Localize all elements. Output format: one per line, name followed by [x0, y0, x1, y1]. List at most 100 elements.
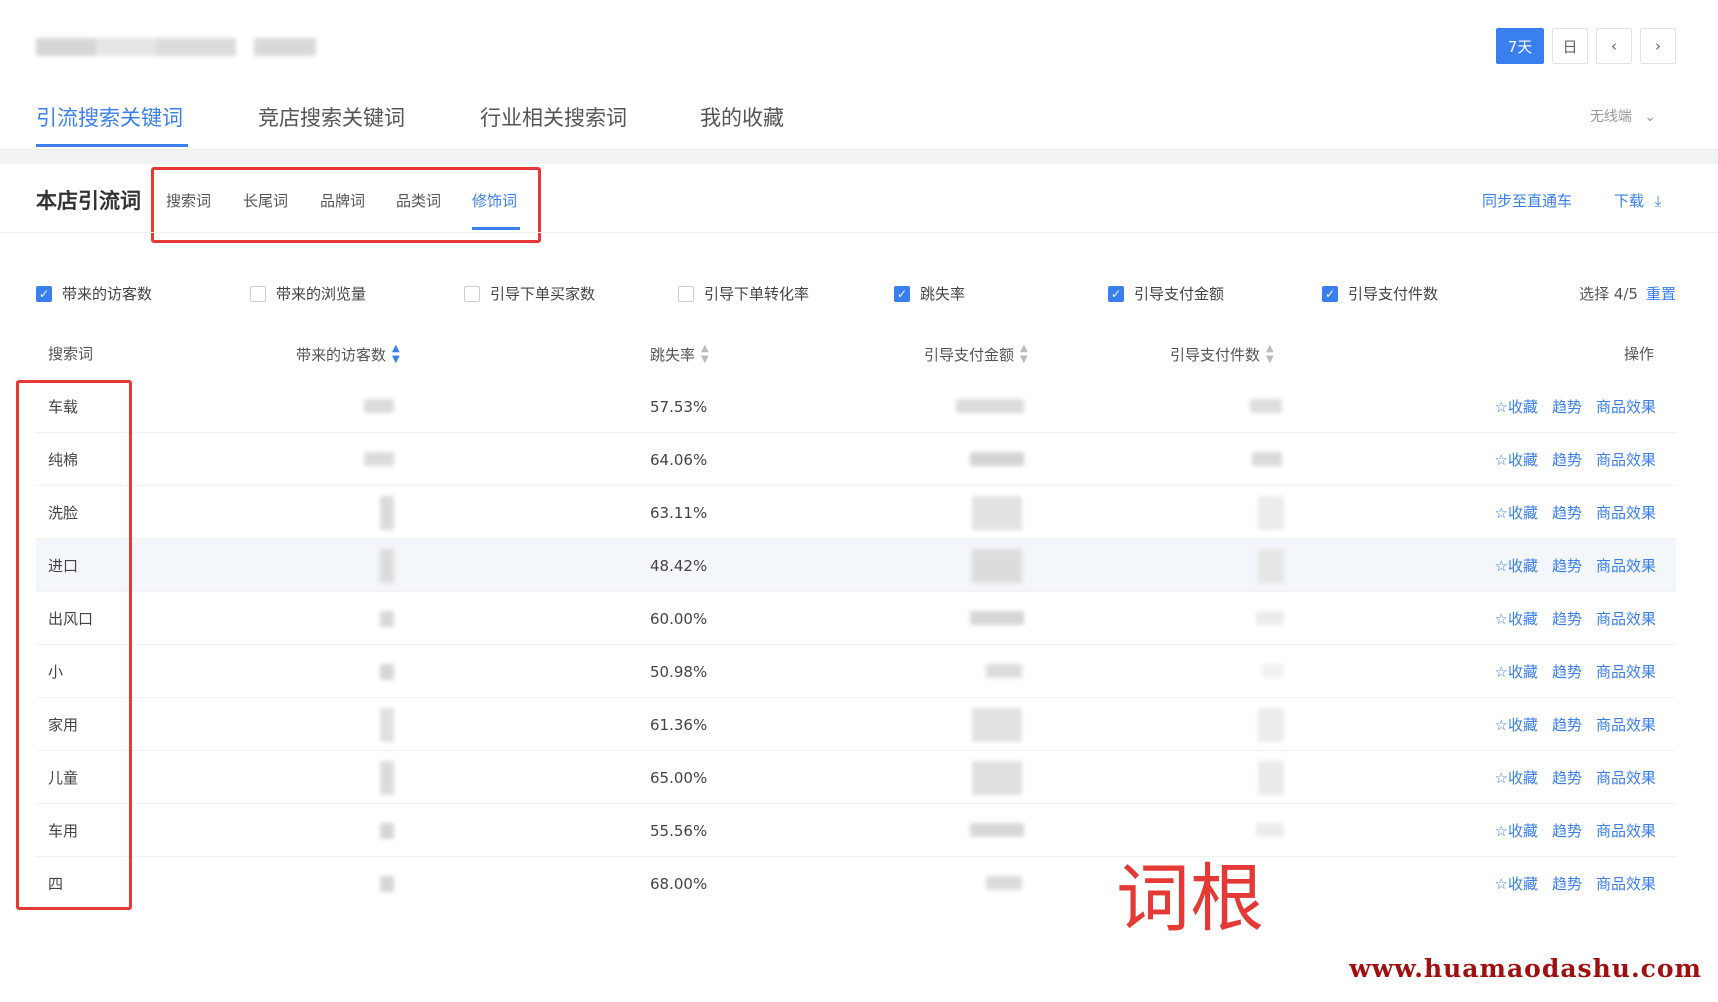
- favorite-button[interactable]: ☆收藏: [1495, 820, 1538, 841]
- blurred-payment-amount: [972, 496, 1022, 530]
- product-effect-button[interactable]: 商品效果: [1596, 873, 1656, 894]
- blurred-visitors-value: [364, 399, 394, 413]
- table-row: 小 50.98% ☆收藏 趋势 商品效果: [36, 645, 1676, 698]
- favorite-button[interactable]: ☆收藏: [1495, 873, 1538, 894]
- sort-icon: ▲ ▼: [701, 343, 709, 365]
- blurred-payment-amount: [972, 549, 1022, 583]
- favorite-button[interactable]: ☆收藏: [1495, 714, 1538, 735]
- metric-visitors-checkbox[interactable]: ✓ 带来的访客数: [36, 283, 152, 304]
- column-label: 跳失率: [650, 345, 696, 364]
- favorite-button[interactable]: ☆收藏: [1495, 555, 1538, 576]
- favorite-button[interactable]: ☆收藏: [1495, 396, 1538, 417]
- trend-button[interactable]: 趋势: [1552, 449, 1582, 470]
- favorite-button[interactable]: ☆收藏: [1495, 767, 1538, 788]
- favorite-button[interactable]: ☆收藏: [1495, 502, 1538, 523]
- trend-button[interactable]: 趋势: [1552, 555, 1582, 576]
- tab-industry-search-terms[interactable]: 行业相关搜索词: [480, 102, 627, 132]
- tab-traffic-search-keywords[interactable]: 引流搜索关键词: [36, 102, 183, 132]
- prev-period-button[interactable]: ‹: [1596, 28, 1632, 64]
- metric-payment-amount-checkbox[interactable]: ✓ 引导支付金额: [1108, 283, 1224, 304]
- tab-competitor-search-keywords[interactable]: 竞店搜索关键词: [258, 102, 405, 132]
- bounce-rate-cell: 61.36%: [650, 715, 708, 734]
- metric-bounce-rate-checkbox[interactable]: ✓ 跳失率: [894, 283, 965, 304]
- bounce-rate-cell: 57.53%: [650, 397, 708, 416]
- table-row-highlighted: 进口 48.42% ☆收藏 趋势 商品效果: [36, 539, 1676, 592]
- blurred-payment-items: [1256, 823, 1284, 837]
- column-label: 操作: [1624, 345, 1655, 363]
- trend-button[interactable]: 趋势: [1552, 661, 1582, 682]
- blurred-payment-items: [1258, 549, 1284, 583]
- tab-my-favorites[interactable]: 我的收藏: [700, 102, 784, 132]
- checkbox-checked-icon: ✓: [1322, 285, 1338, 302]
- blurred-visitors-value: [380, 664, 394, 680]
- column-label: 带来的访客数: [296, 345, 387, 364]
- checkbox-unchecked-icon: [250, 285, 266, 302]
- column-header-actions: 操作: [1624, 343, 1654, 364]
- product-effect-button[interactable]: 商品效果: [1596, 820, 1656, 841]
- column-header-bounce-rate[interactable]: 跳失率 ▲ ▼: [650, 343, 709, 365]
- table-row: 家用 61.36% ☆收藏 趋势 商品效果: [36, 698, 1676, 751]
- column-header-payment-amount[interactable]: 引导支付金额 ▲ ▼: [924, 343, 1028, 365]
- blurred-visitors-value: [364, 452, 394, 466]
- bounce-rate-cell: 50.98%: [650, 662, 708, 681]
- trend-button[interactable]: 趋势: [1552, 714, 1582, 735]
- sort-icon: ▲ ▼: [1266, 343, 1274, 365]
- device-select[interactable]: 无线端 ⌄: [1590, 106, 1656, 126]
- date-range-7days-button[interactable]: 7天: [1496, 28, 1544, 64]
- checkbox-unchecked-icon: [464, 285, 480, 302]
- annotation-box-keywords: [16, 380, 132, 910]
- metric-order-conversion-checkbox[interactable]: 引导下单转化率: [678, 283, 809, 304]
- product-effect-button[interactable]: 商品效果: [1596, 502, 1656, 523]
- metric-order-buyers-checkbox[interactable]: 引导下单买家数: [464, 283, 595, 304]
- trend-button[interactable]: 趋势: [1552, 396, 1582, 417]
- blurred-payment-amount: [972, 708, 1022, 742]
- product-effect-button[interactable]: 商品效果: [1596, 608, 1656, 629]
- active-tab-underline: [36, 144, 188, 147]
- reset-button[interactable]: 重置: [1646, 285, 1676, 303]
- product-effect-button[interactable]: 商品效果: [1596, 396, 1656, 417]
- download-button[interactable]: 下载 ⤓: [1614, 190, 1661, 211]
- product-effect-button[interactable]: 商品效果: [1596, 661, 1656, 682]
- bounce-rate-cell: 68.00%: [650, 874, 708, 893]
- metric-payment-items-checkbox[interactable]: ✓ 引导支付件数: [1322, 283, 1438, 304]
- selection-count-text: 选择 4/5: [1579, 285, 1638, 303]
- column-header-keyword: 搜索词: [48, 343, 93, 364]
- row-actions: ☆收藏 趋势 商品效果: [1495, 592, 1656, 645]
- trend-button[interactable]: 趋势: [1552, 820, 1582, 841]
- bounce-rate-cell: 48.42%: [650, 556, 708, 575]
- metric-pageviews-checkbox[interactable]: 带来的浏览量: [250, 283, 366, 304]
- product-effect-button[interactable]: 商品效果: [1596, 767, 1656, 788]
- favorite-button[interactable]: ☆收藏: [1495, 608, 1538, 629]
- bounce-rate-cell: 55.56%: [650, 821, 708, 840]
- product-effect-button[interactable]: 商品效果: [1596, 449, 1656, 470]
- trend-button[interactable]: 趋势: [1552, 502, 1582, 523]
- download-icon: ⤓: [1654, 192, 1662, 210]
- favorite-button[interactable]: ☆收藏: [1495, 449, 1538, 470]
- row-actions: ☆收藏 趋势 商品效果: [1495, 751, 1656, 804]
- column-header-payment-items[interactable]: 引导支付件数 ▲ ▼: [1170, 343, 1274, 365]
- product-effect-button[interactable]: 商品效果: [1596, 714, 1656, 735]
- sort-active-icon: ▲ ▼: [392, 343, 400, 365]
- blurred-payment-amount: [970, 611, 1024, 625]
- sync-to-ztc-link[interactable]: 同步至直通车: [1482, 190, 1572, 211]
- top-bar: 7天 日 ‹ ›: [0, 0, 1718, 90]
- row-actions: ☆收藏 趋势 商品效果: [1495, 857, 1656, 910]
- blurred-visitors-value: [380, 549, 394, 583]
- table-row: 车载 57.53% ☆收藏 趋势 商品效果: [36, 380, 1676, 433]
- table-row: 车用 55.56% ☆收藏 趋势 商品效果: [36, 804, 1676, 857]
- product-effect-button[interactable]: 商品效果: [1596, 555, 1656, 576]
- main-tabs: 引流搜索关键词 竞店搜索关键词 行业相关搜索词 我的收藏 无线端 ⌄: [0, 88, 1718, 150]
- blurred-payment-items: [1258, 761, 1284, 795]
- date-range-day-button[interactable]: 日: [1552, 28, 1588, 64]
- blurred-visitors-value: [380, 876, 394, 892]
- trend-button[interactable]: 趋势: [1552, 873, 1582, 894]
- row-actions: ☆收藏 趋势 商品效果: [1495, 486, 1656, 539]
- checkbox-checked-icon: ✓: [1108, 285, 1124, 302]
- bounce-rate-cell: 63.11%: [650, 503, 708, 522]
- favorite-button[interactable]: ☆收藏: [1495, 661, 1538, 682]
- trend-button[interactable]: 趋势: [1552, 608, 1582, 629]
- next-period-button[interactable]: ›: [1640, 28, 1676, 64]
- blurred-payment-items: [1256, 611, 1284, 625]
- trend-button[interactable]: 趋势: [1552, 767, 1582, 788]
- column-header-visitors[interactable]: 带来的访客数 ▲ ▼: [296, 343, 400, 365]
